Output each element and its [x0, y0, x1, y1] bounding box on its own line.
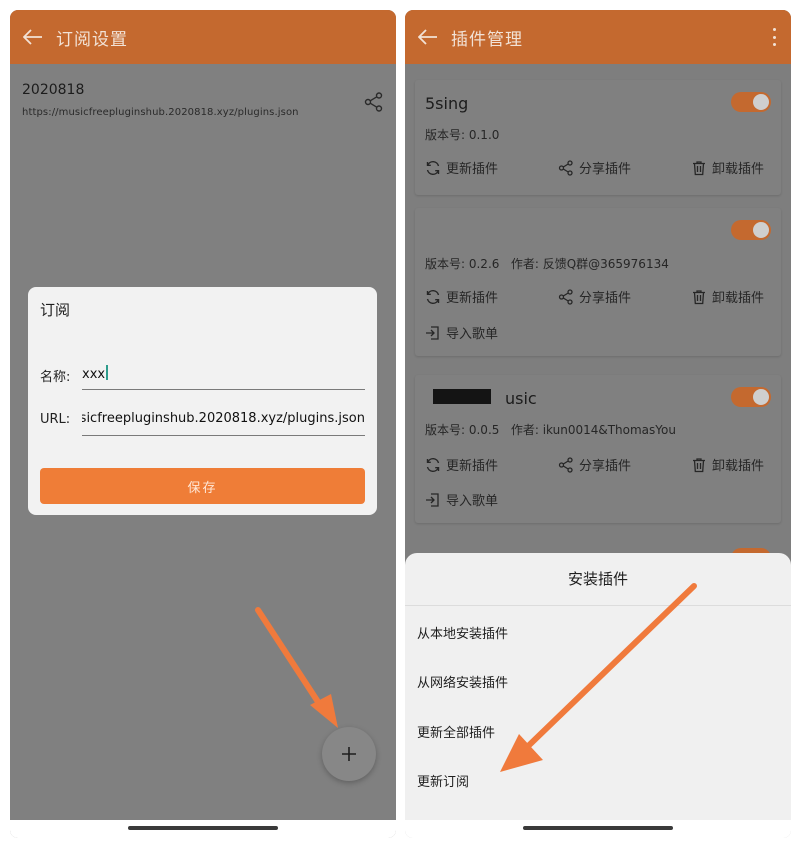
update-all-plugins-item[interactable]: 更新全部插件 [417, 722, 495, 741]
home-indicator[interactable] [523, 826, 673, 830]
url-input[interactable]: https://musicfreepluginshub.2020818.xyz/… [82, 411, 365, 426]
share-icon [558, 456, 573, 473]
import-playlist-button[interactable]: 导入歌单 [425, 323, 498, 342]
subscription-dialog: 订阅 名称: xxx URL: https://musicfreeplugins… [28, 287, 377, 515]
home-indicator[interactable] [128, 826, 278, 830]
install-plugin-sheet: 安装插件 从本地安装插件 从网络安装插件 更新全部插件 更新订阅 [405, 553, 791, 838]
arrow-left-icon [23, 29, 42, 45]
plugin-meta: 版本号: 0.2.6 作者: 反馈Q群@365976134 [425, 257, 669, 271]
plugin-meta: 版本号: 0.1.0 [425, 128, 500, 142]
sheet-divider [405, 605, 791, 606]
subscription-settings-screen: 订阅设置 2020818 https://musicfreepluginshub… [10, 10, 396, 838]
uninstall-plugin-button[interactable]: 卸载插件 [691, 455, 764, 474]
dialog-title: 订阅 [40, 301, 71, 319]
text-caret [106, 365, 109, 380]
refresh-icon [426, 457, 440, 472]
plugin-name: 5sing [425, 94, 469, 113]
action-label: 更新插件 [446, 162, 499, 177]
update-plugin-button[interactable]: 更新插件 [425, 287, 498, 306]
home-indicator-bar [10, 820, 396, 838]
action-label: 分享插件 [579, 162, 632, 177]
page-title: 订阅设置 [56, 29, 128, 50]
url-value: https://musicfreepluginshub.2020818.xyz/… [82, 411, 365, 426]
uninstall-plugin-button[interactable]: 卸载插件 [691, 287, 764, 306]
plus-icon [342, 747, 356, 761]
update-plugin-button[interactable]: 更新插件 [425, 455, 498, 474]
plugin-card-usic: usic 版本号: 0.0.5 作者: ikun0014&ThomasYou 更… [415, 375, 781, 523]
toggle-knob [753, 389, 769, 405]
import-playlist-button[interactable]: 导入歌单 [425, 490, 498, 509]
share-plugin-button[interactable]: 分享插件 [558, 158, 631, 177]
app-bar: 订阅设置 [10, 10, 396, 64]
name-input[interactable]: xxx [82, 365, 365, 382]
action-label: 卸载插件 [712, 459, 765, 474]
share-icon [364, 92, 383, 112]
trash-icon [693, 160, 705, 175]
trash-icon [693, 457, 705, 472]
plugin-enable-toggle[interactable] [731, 220, 771, 240]
home-indicator-bar [405, 820, 791, 838]
action-label: 分享插件 [579, 459, 632, 474]
redacted-name-block [433, 389, 491, 404]
more-dot [772, 43, 776, 46]
toggle-knob [753, 222, 769, 238]
update-plugin-button[interactable]: 更新插件 [425, 158, 498, 177]
share-plugin-button[interactable]: 分享插件 [558, 455, 631, 474]
import-icon [426, 492, 439, 507]
add-subscription-button[interactable] [322, 727, 376, 781]
trash-icon [693, 289, 705, 304]
name-field[interactable]: 名称: xxx [40, 360, 365, 390]
url-underline [82, 435, 365, 436]
action-label: 导入歌单 [446, 327, 499, 342]
plugin-name: usic [505, 389, 537, 408]
update-subscription-item[interactable]: 更新订阅 [417, 771, 469, 790]
app-bar: 插件管理 [405, 10, 791, 64]
uninstall-plugin-button[interactable]: 卸载插件 [691, 158, 764, 177]
action-label: 导入歌单 [446, 494, 499, 509]
more-dot [772, 35, 776, 39]
install-network-plugin-item[interactable]: 从网络安装插件 [417, 672, 508, 691]
action-label: 卸载插件 [712, 291, 765, 306]
plugin-management-screen: 插件管理 5sing 版本号: 0.1.0 更新插件 分享插件 卸载插件 版本号… [405, 10, 791, 838]
action-label: 卸载插件 [712, 162, 765, 177]
name-value: xxx [82, 367, 106, 382]
subscription-item[interactable]: 2020818 https://musicfreepluginshub.2020… [22, 82, 382, 118]
refresh-icon [426, 289, 440, 304]
more-dot [772, 28, 776, 31]
action-label: 更新插件 [446, 291, 499, 306]
import-icon [426, 325, 439, 340]
more-options-button[interactable] [771, 28, 777, 46]
plugin-enable-toggle[interactable] [731, 387, 771, 407]
plugin-card: 版本号: 0.2.6 作者: 反馈Q群@365976134 更新插件 分享插件 … [415, 208, 781, 356]
url-field[interactable]: URL: https://musicfreepluginshub.2020818… [40, 406, 365, 436]
plugin-card-5sing: 5sing 版本号: 0.1.0 更新插件 分享插件 卸载插件 [415, 80, 781, 195]
back-button[interactable] [10, 10, 56, 64]
sheet-title: 安装插件 [567, 570, 628, 588]
toggle-knob [753, 94, 769, 110]
name-underline [82, 389, 365, 390]
plugin-meta: 版本号: 0.0.5 作者: ikun0014&ThomasYou [425, 423, 676, 437]
save-button[interactable]: 保存 [40, 468, 365, 504]
share-icon [558, 159, 573, 176]
url-label: URL: [40, 412, 71, 427]
share-icon [558, 288, 573, 305]
action-label: 更新插件 [446, 459, 499, 474]
page-title: 插件管理 [451, 29, 523, 50]
install-local-plugin-item[interactable]: 从本地安装插件 [417, 623, 508, 642]
subscription-url: https://musicfreepluginshub.2020818.xyz/… [22, 107, 299, 118]
refresh-icon [426, 160, 440, 175]
arrow-left-icon [418, 29, 437, 45]
name-label: 名称: [40, 370, 71, 385]
action-label: 分享插件 [579, 291, 632, 306]
share-plugin-button[interactable]: 分享插件 [558, 287, 631, 306]
subscription-name: 2020818 [22, 82, 85, 98]
back-button[interactable] [405, 10, 451, 64]
share-subscription-button[interactable] [364, 92, 384, 116]
plugin-enable-toggle[interactable] [731, 92, 771, 112]
